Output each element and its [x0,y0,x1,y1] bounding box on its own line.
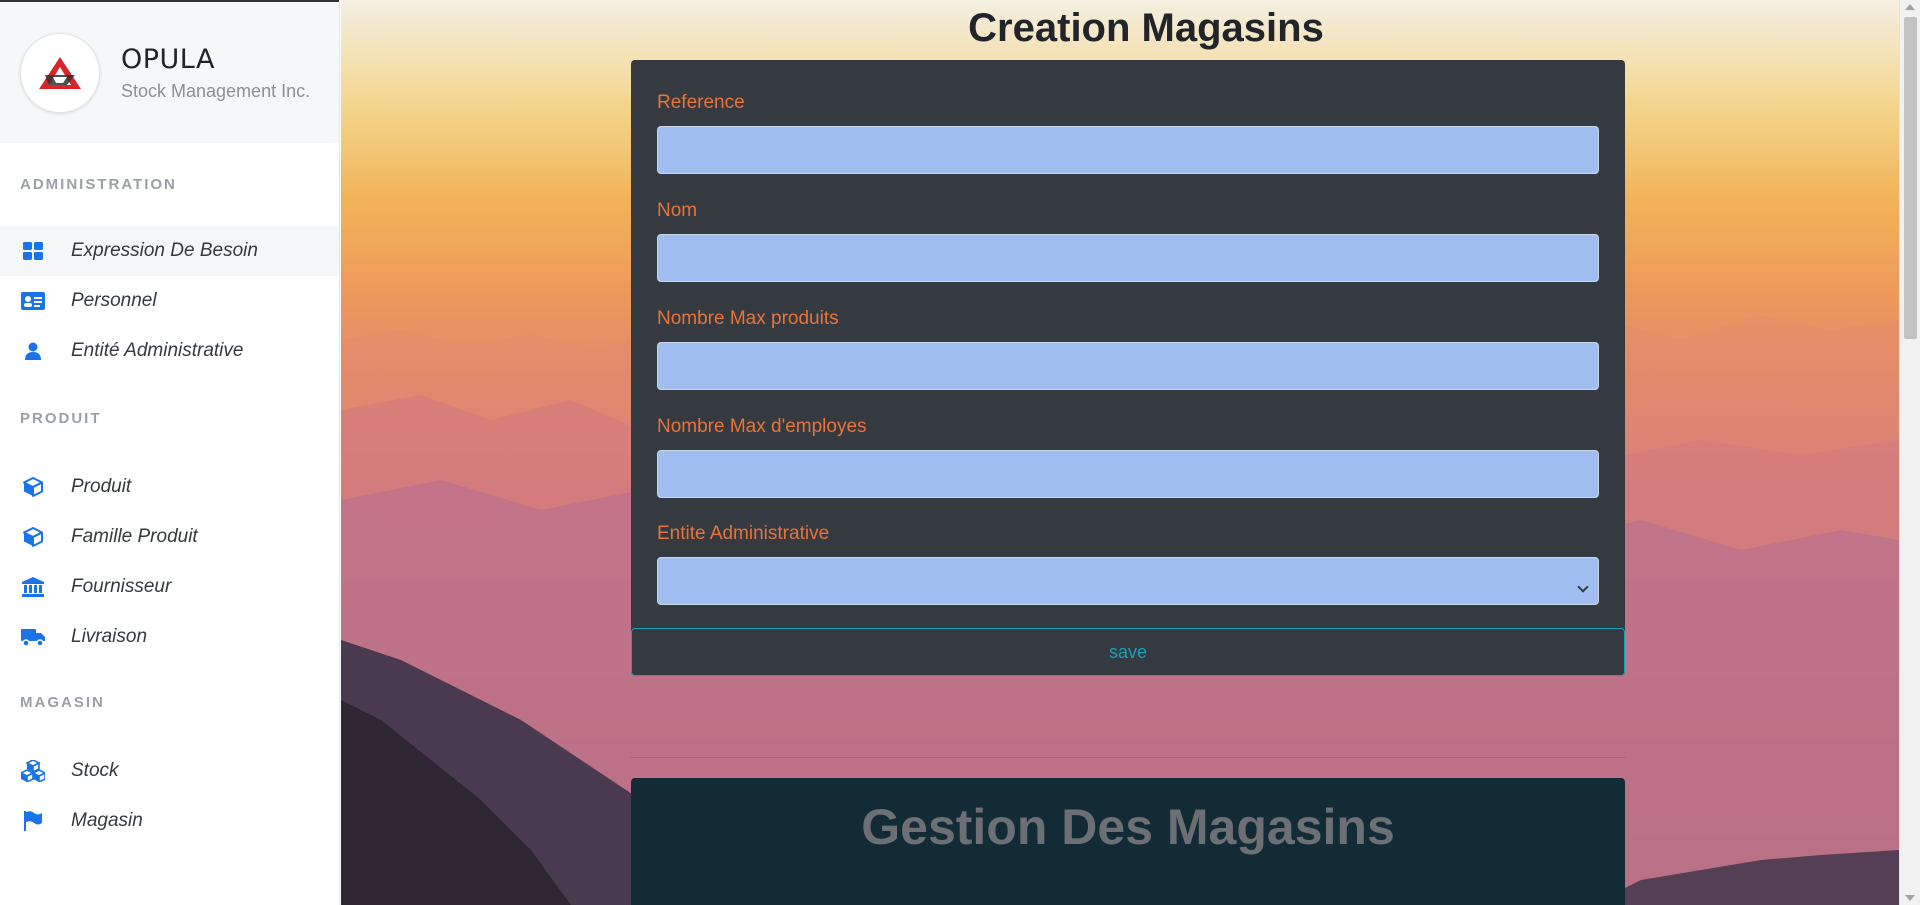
reference-label: Reference [657,92,745,113]
brand-header: OPULA Stock Management Inc. [0,0,339,143]
sidebar: OPULA Stock Management Inc. ADMINISTRATI… [0,0,340,905]
sidebar-item-label: Famille Produit [71,526,198,547]
nombre-max-employes-label: Nombre Max d'employes [657,416,867,437]
id-card-icon [20,290,46,312]
page-title: Creation Magasins [968,6,1324,50]
section-label-produit: PRODUIT [20,410,102,427]
gestion-title: Gestion Des Magasins [861,799,1395,855]
sidebar-item-personnel[interactable]: Personnel [0,276,339,326]
reference-input[interactable] [657,126,1599,174]
opula-logo-icon[interactable] [20,32,100,113]
sidebar-item-livraison[interactable]: Livraison [0,612,339,662]
sidebar-item-magasin[interactable]: Magasin [0,796,339,846]
sidebar-item-label: Fournisseur [71,576,172,597]
sidebar-item-label: Personnel [71,290,157,311]
creation-form-card: Reference Nom Nombre Max produits Nombre… [631,60,1625,676]
sidebar-item-label: Produit [71,476,132,497]
reference-field-group: Reference [657,92,1599,174]
scroll-down-icon[interactable] [1905,895,1915,901]
nom-field-group: Nom [657,200,1599,282]
scroll-up-icon[interactable] [1905,4,1915,10]
sidebar-item-label: Magasin [71,810,143,831]
section-divider [631,757,1625,758]
sidebar-item-label: Livraison [71,626,148,647]
save-button[interactable]: save [631,628,1625,676]
brand-title: OPULA [121,43,215,75]
sidebar-item-fournisseur[interactable]: Fournisseur [0,562,339,612]
nom-input[interactable] [657,234,1599,282]
user-icon [20,340,46,362]
sidebar-item-produit[interactable]: Produit [0,462,339,512]
truck-icon [20,626,46,648]
scroll-thumb[interactable] [1904,17,1917,339]
sidebar-item-expression-de-besoin[interactable]: Expression De Besoin [0,226,339,276]
vertical-scrollbar[interactable] [1899,0,1920,905]
sidebar-item-famille-produit[interactable]: Famille Produit [0,512,339,562]
sidebar-item-label: Stock [71,760,119,781]
entite-administrative-select[interactable] [657,557,1599,605]
nombre-max-produits-field-group: Nombre Max produits [657,308,1599,390]
box-icon [20,526,46,548]
box-icon [20,476,46,498]
grid-icon [20,240,46,262]
gestion-magasins-panel: Gestion Des Magasins [631,778,1625,905]
sidebar-item-stock[interactable]: Stock [0,746,339,796]
sidebar-item-entite-administrative[interactable]: Entité Administrative [0,326,339,376]
nombre-max-employes-field-group: Nombre Max d'employes [657,416,1599,498]
nombre-max-employes-input[interactable] [657,450,1599,498]
nom-label: Nom [657,200,698,221]
main-content: Creation Magasins Reference Nom Nombre M… [341,0,1899,905]
sidebar-item-label: Expression De Besoin [71,240,258,261]
brand-subtitle: Stock Management Inc. [121,80,311,101]
section-label-administration: ADMINISTRATION [20,176,177,193]
nombre-max-produits-input[interactable] [657,342,1599,390]
entite-administrative-label: Entite Administrative [657,523,830,544]
nombre-max-produits-label: Nombre Max produits [657,308,839,329]
section-label-magasin: MAGASIN [20,694,105,711]
boxes-icon [20,760,46,782]
bank-icon [20,576,46,598]
flag-icon [20,810,46,832]
sidebar-item-label: Entité Administrative [71,340,244,361]
entite-administrative-field-group: Entite Administrative [657,523,1599,605]
